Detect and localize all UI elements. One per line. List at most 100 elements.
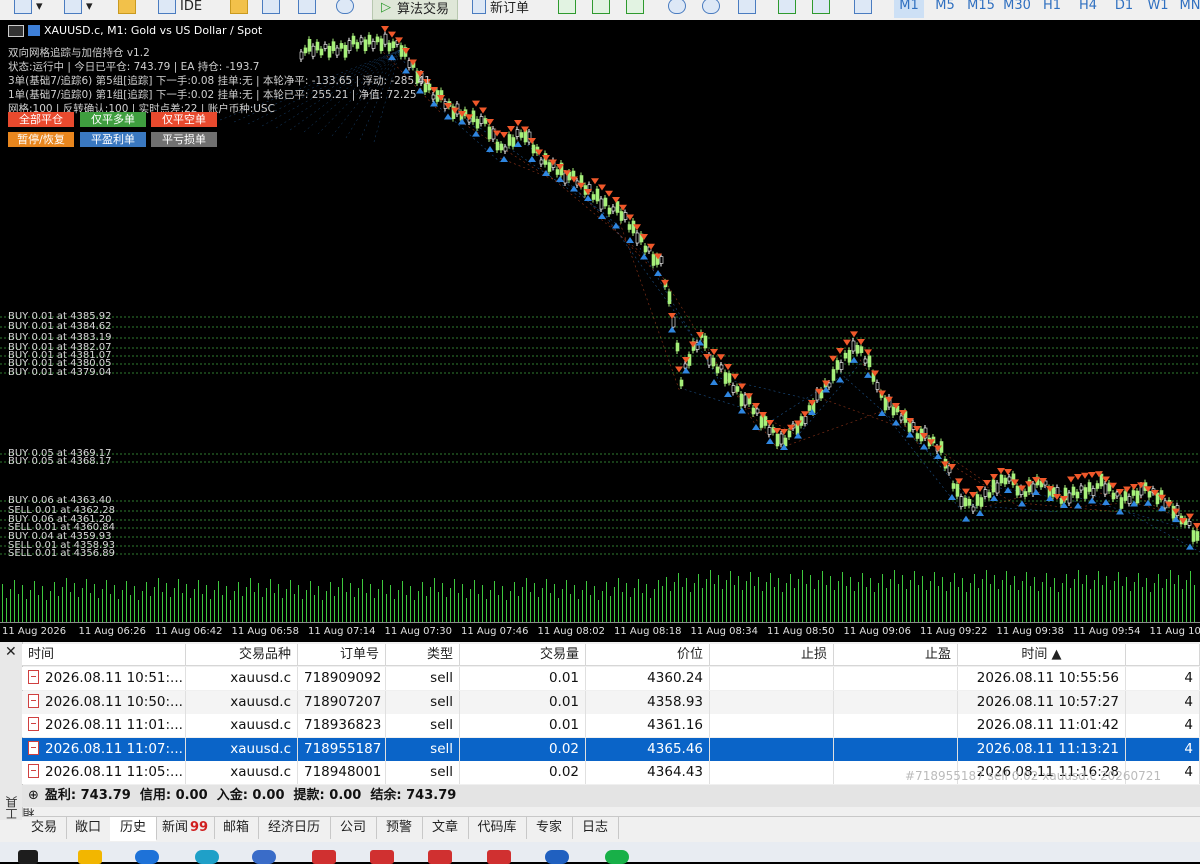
volume-bar — [82, 588, 83, 622]
tf-d1[interactable]: D1 — [1112, 0, 1136, 18]
tab-4[interactable]: 邮箱 — [214, 817, 259, 839]
volume-bar — [918, 585, 919, 622]
tab-label: 历史 — [120, 820, 146, 835]
col-volume[interactable]: 交易量 — [460, 644, 586, 666]
pause-resume-button[interactable]: 暂停/恢复 — [8, 132, 74, 147]
table-row[interactable]: 2026.08.11 11:07:...xauusd.c718955187sel… — [22, 738, 1200, 761]
summary-expand-icon[interactable]: ⊕ — [28, 785, 39, 807]
candle-body — [1068, 493, 1071, 503]
table-row[interactable]: 2026.08.11 10:51:...xauusd.c718909092sel… — [22, 667, 1200, 690]
volume-bar — [14, 580, 15, 622]
signals-button[interactable] — [262, 0, 284, 18]
cell-open-time: 2026.08.11 11:01:... — [22, 714, 186, 737]
tf-h4[interactable]: H4 — [1076, 0, 1100, 18]
volume-bar — [954, 573, 955, 622]
algo-trading-button[interactable]: ▷算法交易 — [372, 0, 458, 20]
volume-bar — [274, 593, 275, 622]
table-row[interactable]: 2026.08.11 10:50:...xauusd.c718907207sel… — [22, 691, 1200, 714]
price-chart[interactable]: XAUUSD.c, M1: Gold vs US Dollar / Spot 双… — [0, 20, 1200, 622]
line-chart-button[interactable] — [626, 0, 648, 18]
tf-m30[interactable]: M30 — [1000, 0, 1034, 18]
strategy-tester-button[interactable] — [230, 0, 252, 18]
tf-m15[interactable]: M15 — [964, 0, 998, 18]
tab-2[interactable]: 历史 — [110, 817, 157, 841]
buy-arrow-marker — [626, 237, 634, 243]
col-sl[interactable]: 止损 — [710, 644, 834, 666]
candle-body — [760, 417, 763, 428]
col-symbol[interactable]: 交易品种 — [186, 644, 298, 666]
col-extra[interactable] — [1126, 644, 1200, 666]
volume-bar — [1182, 589, 1183, 622]
level-label: BUY 0.01 at 4379.04 — [8, 368, 112, 378]
tab-11[interactable]: 日志 — [572, 817, 619, 839]
tf-mn[interactable]: MN — [1178, 0, 1200, 18]
tab-9[interactable]: 代码库 — [468, 817, 527, 839]
bar-chart-button[interactable] — [558, 0, 580, 18]
zoom-in-button[interactable] — [668, 0, 690, 18]
volume-bar — [890, 579, 891, 622]
close-profitable-button[interactable]: 平盈利单 — [80, 132, 146, 147]
tab-10[interactable]: 专家 — [526, 817, 573, 839]
tab-1[interactable]: 敞口 — [66, 817, 111, 839]
close-panel-button[interactable]: ✕ — [5, 644, 17, 660]
add-chart-button[interactable] — [336, 0, 358, 18]
volume-bar — [626, 583, 627, 622]
volume-bar — [558, 598, 559, 622]
cursor-dropdown[interactable]: ▾ — [14, 0, 43, 18]
candles-button[interactable] — [592, 0, 614, 18]
zoom-out-button[interactable] — [702, 0, 724, 18]
tab-3[interactable]: 新闻99 — [156, 817, 215, 839]
objects-button[interactable] — [812, 0, 834, 18]
close-losing-button[interactable]: 平亏损单 — [151, 132, 217, 147]
volume-bar — [738, 576, 739, 622]
candle-body — [892, 407, 895, 415]
volume-bar — [582, 590, 583, 622]
tf-w1[interactable]: W1 — [1146, 0, 1170, 18]
tab-5[interactable]: 经济日历 — [258, 817, 331, 839]
candle-body — [500, 144, 503, 150]
vps-button[interactable] — [298, 0, 320, 18]
col-order[interactable]: 订单号 — [298, 644, 386, 666]
close-all-button[interactable]: 全部平仓 — [8, 112, 74, 127]
volume-bar — [198, 580, 199, 622]
close-buys-button[interactable]: 仅平多单 — [80, 112, 146, 127]
ide-button[interactable]: IDE — [158, 0, 202, 18]
candle-body — [756, 409, 759, 413]
col-open-time[interactable]: 时间 — [22, 644, 186, 666]
tab-6[interactable]: 公司 — [330, 817, 377, 839]
new-order-button[interactable]: 新订单 — [472, 0, 529, 18]
tab-7[interactable]: 预警 — [376, 817, 423, 839]
col-price[interactable]: 价位 — [586, 644, 710, 666]
chart-menu-icon[interactable] — [8, 25, 24, 37]
volume-bar — [874, 592, 875, 622]
col-type[interactable]: 类型 — [386, 644, 460, 666]
volume-bar — [774, 587, 775, 622]
candle-body — [616, 202, 619, 213]
tile-windows-button[interactable] — [738, 0, 760, 18]
tf-m5[interactable]: M5 — [930, 0, 960, 18]
tab-8[interactable]: 文章 — [422, 817, 469, 839]
col-tp[interactable]: 止盈 — [834, 644, 958, 666]
volume-bar — [682, 587, 683, 622]
volume-bar — [166, 583, 167, 622]
cell-volume: 0.01 — [460, 714, 586, 737]
tab-label: 日志 — [582, 820, 608, 835]
tf-h1[interactable]: H1 — [1040, 0, 1064, 18]
indicators-button[interactable] — [778, 0, 800, 18]
candle-body — [496, 142, 499, 150]
tf-m1[interactable]: M1 — [894, 0, 924, 18]
cell-symbol: xauusd.c — [186, 691, 298, 714]
volume-bar — [118, 599, 119, 622]
table-row[interactable]: 2026.08.11 11:01:...xauusd.c718936823sel… — [22, 714, 1200, 737]
sell-arrow-marker — [724, 364, 732, 370]
tab-0[interactable]: 交易 — [22, 817, 67, 839]
candle-body — [624, 213, 627, 220]
market-button[interactable] — [118, 0, 140, 18]
volume-bar — [1134, 582, 1135, 622]
candle-body — [592, 195, 595, 200]
screenshot-button[interactable] — [854, 0, 876, 18]
volume-bar — [438, 592, 439, 622]
chart-type-dropdown[interactable]: ▾ — [64, 0, 93, 18]
col-close-time[interactable]: 时间 ▲ — [958, 644, 1126, 666]
close-sells-button[interactable]: 仅平空单 — [151, 112, 217, 127]
